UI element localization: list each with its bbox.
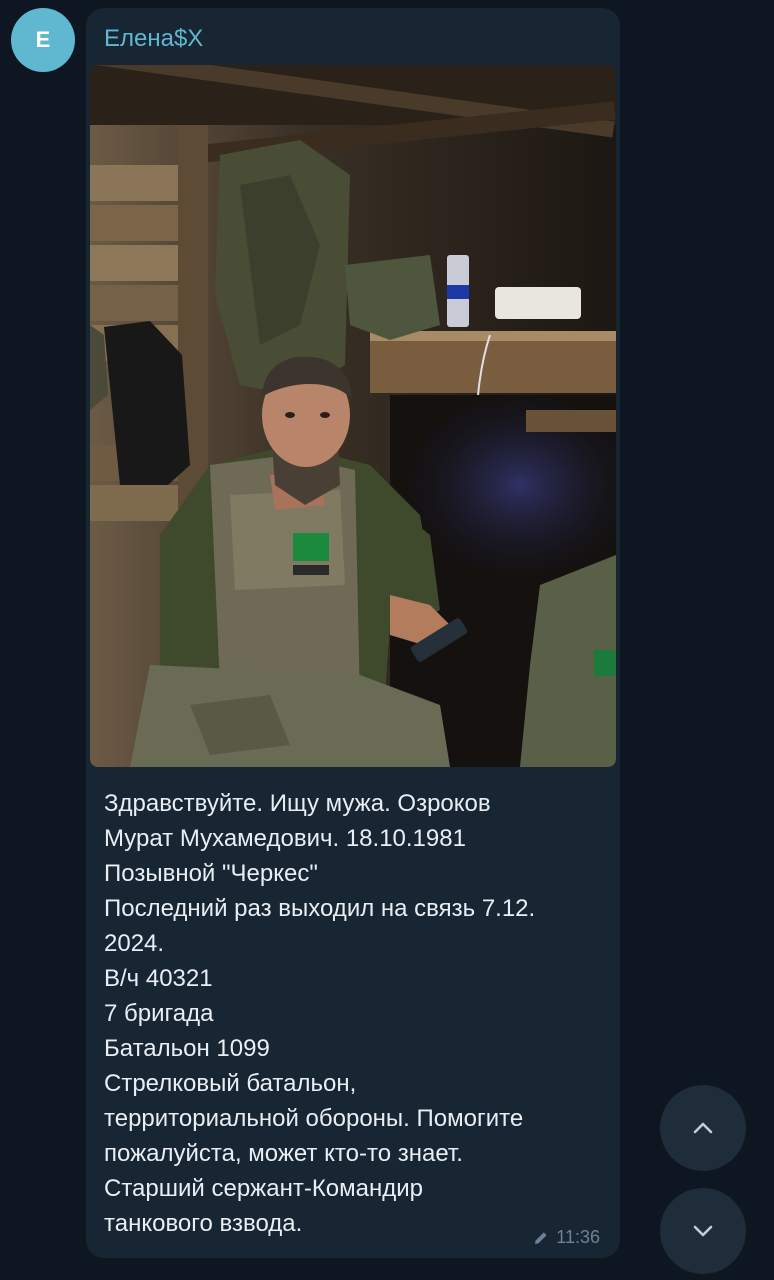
message-line: Здравствуйте. Ищу мужа. Озроков (104, 790, 491, 817)
message-line: Батальон 1099 (104, 1035, 270, 1062)
message-meta: 11:36 (532, 1227, 600, 1248)
message-line: Последний раз выходил на связь 7.12. (104, 895, 536, 922)
photo-illustration (90, 65, 616, 767)
message-bubble[interactable]: Елена$X Здравствуйте. Ищу мужа. Озроков … (86, 8, 620, 1258)
chat-view: E Елена$X Здравствуйте. Ищу мужа. Озроко… (0, 0, 774, 1280)
avatar-letter: E (35, 27, 51, 52)
message-line: Старший сержант-Командир (104, 1175, 424, 1202)
message-line: 7 бригада (104, 1000, 214, 1027)
message-line: пожалуйста, может кто-то знает. (104, 1140, 463, 1167)
message-line: территориальной обороны. Помогите (104, 1105, 524, 1132)
sender-avatar[interactable]: E (11, 8, 75, 72)
message-line: Позывной "Черкес" (104, 860, 318, 887)
message-time: 11:36 (556, 1227, 600, 1247)
message-line: Мурат Мухамедович. 18.10.1981 (104, 825, 466, 852)
chevron-down-icon (693, 1225, 713, 1237)
message-line: В/ч 40321 (104, 965, 213, 992)
sender-name[interactable]: Елена$X (104, 25, 203, 53)
scroll-up-button[interactable] (660, 1085, 746, 1171)
chevron-up-icon (693, 1122, 713, 1134)
message-line: Стрелковый батальон, (104, 1070, 357, 1097)
message-photo[interactable] (90, 65, 616, 767)
scroll-down-button[interactable] (660, 1188, 746, 1274)
message-line: 2024. (104, 930, 165, 957)
message-text: Здравствуйте. Ищу мужа. Озроков Мурат Му… (104, 786, 612, 1241)
pencil-icon (535, 1231, 547, 1244)
